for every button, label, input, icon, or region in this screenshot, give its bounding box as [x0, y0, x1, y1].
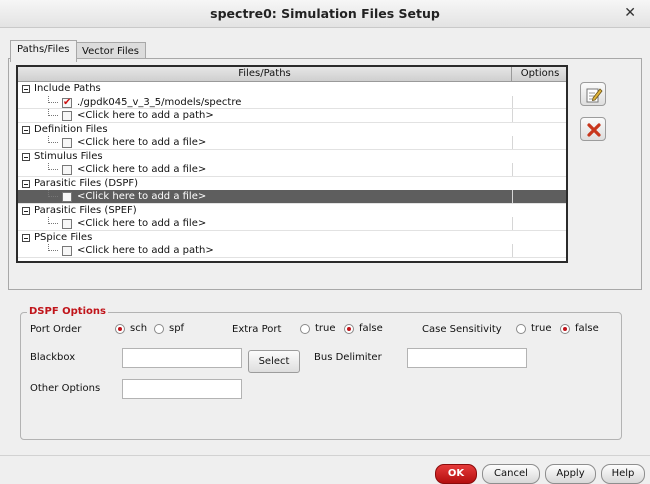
add-path-placeholder: <Click here to add a path>	[77, 110, 214, 121]
options-cell[interactable]	[512, 163, 513, 176]
select-button[interactable]: Select	[248, 350, 300, 373]
tree-category-definition-files[interactable]: Definition Files	[18, 123, 566, 137]
port-order-sch-label: sch	[130, 323, 148, 334]
port-order-spf-label: spf	[169, 323, 185, 334]
title-bar: spectre0: Simulation Files Setup ✕	[0, 0, 650, 28]
collapse-icon[interactable]	[22, 179, 30, 188]
tree-branch-line	[48, 217, 58, 224]
add-file-placeholder: <Click here to add a file>	[77, 218, 207, 229]
tree-item[interactable]: <Click here to add a path>	[18, 109, 566, 123]
tree-category-stimulus-files[interactable]: Stimulus Files	[18, 150, 566, 164]
extra-port-label: Extra Port	[232, 324, 282, 335]
tree-item[interactable]: <Click here to add a file>	[18, 163, 566, 177]
help-button[interactable]: Help	[601, 464, 645, 484]
files-tree[interactable]: Files/Paths Options Include Paths ./gpdk…	[16, 65, 568, 263]
collapse-icon[interactable]	[22, 125, 30, 134]
window-title: spectre0: Simulation Files Setup	[210, 6, 440, 21]
checkbox-checked-icon[interactable]	[62, 96, 72, 109]
category-label: Definition Files	[34, 123, 108, 135]
collapse-icon[interactable]	[22, 152, 30, 161]
add-path-placeholder: <Click here to add a path>	[77, 245, 214, 256]
tree-item[interactable]: <Click here to add a file>	[18, 217, 566, 231]
tree-item[interactable]: ./gpdk045_v_3_5/models/spectre	[18, 95, 566, 109]
tree-branch-line	[48, 190, 58, 197]
ok-button[interactable]: OK	[435, 464, 477, 484]
column-options[interactable]: Options	[512, 67, 566, 82]
options-cell[interactable]	[512, 190, 513, 203]
options-cell[interactable]	[512, 95, 513, 108]
tree-category-parasitic-dspf[interactable]: Parasitic Files (DSPF)	[18, 177, 566, 191]
checkbox-icon[interactable]	[62, 246, 72, 256]
file-path-label: ./gpdk045_v_3_5/models/spectre	[77, 96, 242, 108]
extra-port-false-radio[interactable]	[344, 324, 354, 334]
bus-delimiter-label: Bus Delimiter	[314, 352, 382, 363]
extra-port-false-label: false	[359, 323, 383, 334]
checkbox-icon[interactable]	[62, 138, 72, 148]
delete-button[interactable]	[580, 117, 606, 141]
tree-item-selected[interactable]: <Click here to add a file>	[18, 190, 566, 204]
apply-button[interactable]: Apply	[545, 464, 596, 484]
tree-header: Files/Paths Options	[18, 67, 566, 82]
port-order-label: Port Order	[30, 324, 82, 335]
add-file-placeholder: <Click here to add a file>	[77, 137, 207, 148]
column-files-paths[interactable]: Files/Paths	[18, 67, 512, 82]
options-cell[interactable]	[512, 109, 513, 122]
other-options-label: Other Options	[30, 383, 101, 394]
add-file-placeholder: <Click here to add a file>	[77, 164, 207, 175]
tree-category-parasitic-spef[interactable]: Parasitic Files (SPEF)	[18, 204, 566, 218]
tree-branch-line	[48, 163, 58, 170]
edit-icon	[586, 88, 603, 103]
blackbox-label: Blackbox	[30, 352, 76, 363]
close-icon[interactable]: ✕	[624, 5, 636, 21]
edit-button[interactable]	[580, 82, 606, 106]
checkbox-icon[interactable]	[62, 192, 72, 202]
cancel-button[interactable]: Cancel	[482, 464, 540, 484]
delete-icon	[587, 123, 601, 137]
tree-item[interactable]: <Click here to add a file>	[18, 136, 566, 150]
collapse-icon[interactable]	[22, 206, 30, 215]
tree-category-pspice-files[interactable]: PSpice Files	[18, 231, 566, 245]
blackbox-input[interactable]	[122, 348, 242, 368]
checkbox-icon[interactable]	[62, 219, 72, 229]
tab-label: Paths/Files	[17, 44, 70, 55]
tree-branch-line	[48, 95, 58, 103]
tree-branch-line	[48, 136, 58, 143]
port-order-spf-radio[interactable]	[154, 324, 164, 334]
category-label: Parasitic Files (SPEF)	[34, 204, 137, 216]
tab-paths-files[interactable]: Paths/Files	[10, 40, 77, 62]
options-cell[interactable]	[512, 244, 513, 257]
collapse-icon[interactable]	[22, 85, 30, 93]
category-label: Stimulus Files	[34, 150, 103, 162]
case-sensitivity-true-radio[interactable]	[516, 324, 526, 334]
checkbox-icon[interactable]	[62, 165, 72, 175]
footer-divider	[0, 455, 650, 456]
case-sensitivity-false-radio[interactable]	[560, 324, 570, 334]
category-label: Include Paths	[34, 83, 101, 94]
bus-delimiter-input[interactable]	[407, 348, 527, 368]
collapse-icon[interactable]	[22, 233, 30, 242]
dspf-options-legend: DSPF Options	[27, 306, 108, 317]
category-label: PSpice Files	[34, 231, 93, 243]
other-options-input[interactable]	[122, 379, 242, 399]
case-sensitivity-label: Case Sensitivity	[422, 324, 502, 335]
category-label: Parasitic Files (DSPF)	[34, 177, 139, 189]
extra-port-true-radio[interactable]	[300, 324, 310, 334]
case-sensitivity-true-label: true	[531, 323, 552, 334]
checkbox-icon[interactable]	[62, 111, 72, 121]
tree-branch-line	[48, 109, 58, 116]
add-file-placeholder: <Click here to add a file>	[77, 191, 207, 202]
extra-port-true-label: true	[315, 323, 336, 334]
tree-branch-line	[48, 244, 58, 251]
port-order-sch-radio[interactable]	[115, 324, 125, 334]
tree-category-include-paths[interactable]: Include Paths	[18, 82, 566, 96]
tree-item[interactable]: <Click here to add a path>	[18, 244, 566, 258]
options-cell[interactable]	[512, 136, 513, 149]
tab-label: Vector Files	[82, 46, 139, 57]
options-cell[interactable]	[512, 217, 513, 230]
case-sensitivity-false-label: false	[575, 323, 599, 334]
